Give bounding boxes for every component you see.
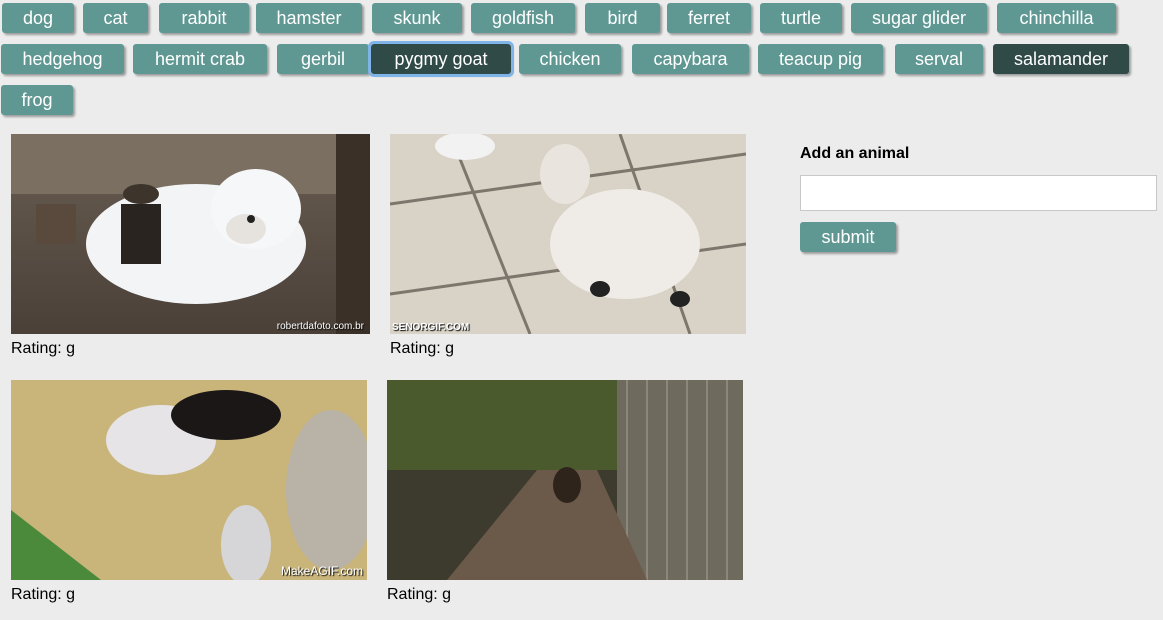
animal-button-frog[interactable]: frog — [1, 85, 73, 115]
gif-watermark: MakeAGIF.com — [280, 564, 363, 578]
animal-button-turtle[interactable]: turtle — [760, 3, 842, 33]
gif-result-card: MakeAGIF.com Rating: g — [11, 380, 367, 604]
animal-button-hermit-crab[interactable]: hermit crab — [133, 44, 267, 74]
gif-image-goat-on-path[interactable] — [387, 380, 743, 580]
rating-label: Rating: — [11, 340, 62, 357]
animal-button-serval[interactable]: serval — [895, 44, 983, 74]
animal-button-sugar-glider[interactable]: sugar glider — [851, 3, 987, 33]
animal-button-chicken[interactable]: chicken — [519, 44, 621, 74]
submit-button[interactable]: submit — [800, 222, 896, 252]
gif-image-goat-on-tiles[interactable]: SENORGIF.COM — [390, 134, 746, 334]
animal-button-capybara[interactable]: capybara — [632, 44, 749, 74]
animal-button-dog[interactable]: dog — [2, 3, 74, 33]
gif-watermark: SENORGIF.COM — [392, 322, 470, 333]
gif-result-card: SENORGIF.COM Rating: g — [390, 134, 746, 358]
animal-button-bird[interactable]: bird — [585, 3, 660, 33]
animal-button-gerbil[interactable]: gerbil — [277, 44, 369, 74]
animal-button-skunk[interactable]: skunk — [372, 3, 462, 33]
rating-value: g — [66, 340, 76, 357]
animal-button-cat[interactable]: cat — [83, 3, 148, 33]
rating-text: Rating: g — [390, 340, 746, 358]
gif-watermark: robertdafoto.com.br — [276, 321, 364, 332]
rating-text: Rating: g — [387, 586, 743, 604]
rating-text: Rating: g — [11, 586, 367, 604]
add-animal-label: Add an animal — [800, 145, 910, 162]
rating-value: g — [66, 586, 76, 603]
animal-button-pygmy-goat[interactable]: pygmy goat — [368, 41, 514, 77]
animal-button-chinchilla[interactable]: chinchilla — [997, 3, 1116, 33]
rating-value: g — [442, 586, 452, 603]
rating-text: Rating: g — [11, 340, 370, 358]
gif-image-dog-with-goats[interactable]: robertdafoto.com.br — [11, 134, 370, 334]
gif-result-card: Rating: g — [387, 380, 743, 604]
animal-button-goldfish[interactable]: goldfish — [471, 3, 575, 33]
animal-input[interactable] — [800, 175, 1157, 211]
animal-button-teacup-pig[interactable]: teacup pig — [758, 44, 883, 74]
animal-button-rabbit[interactable]: rabbit — [159, 3, 249, 33]
animal-button-hamster[interactable]: hamster — [256, 3, 362, 33]
rating-value: g — [445, 340, 455, 357]
gif-image-goats-in-hay[interactable]: MakeAGIF.com — [11, 380, 367, 580]
rating-label: Rating: — [387, 586, 438, 603]
animal-button-ferret[interactable]: ferret — [667, 3, 751, 33]
animal-button-salamander[interactable]: salamander — [993, 44, 1129, 74]
rating-label: Rating: — [390, 340, 441, 357]
rating-label: Rating: — [11, 586, 62, 603]
gif-result-card: robertdafoto.com.br Rating: g — [11, 134, 370, 358]
animal-button-hedgehog[interactable]: hedgehog — [1, 44, 124, 74]
